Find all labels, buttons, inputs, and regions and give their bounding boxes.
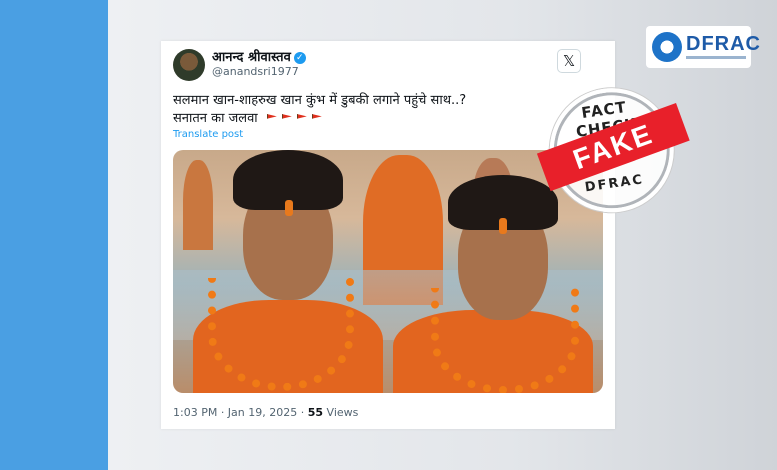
- dfrac-logo-tagline: [686, 56, 746, 59]
- views-count: 55: [307, 406, 324, 419]
- tweet-timestamp[interactable]: 1:03 PM · Jan 19, 2025 ·: [173, 406, 308, 419]
- x-logo-icon[interactable]: 𝕏: [557, 49, 581, 73]
- flag-icon: [296, 114, 307, 119]
- left-accent-strip: [0, 0, 108, 470]
- tweet-text: सलमान खान-शाहरुख खान कुंभ में डुबकी लगान…: [173, 92, 593, 128]
- dfrac-logo-text: DFRAC: [686, 33, 761, 55]
- flag-icon: [266, 114, 277, 119]
- avatar[interactable]: [173, 49, 205, 81]
- dfrac-logo: DFRAC: [646, 26, 760, 68]
- verified-badge-icon: ✓: [293, 52, 306, 64]
- person-left: [193, 150, 383, 393]
- author-name[interactable]: आनन्द श्रीवास्तव: [212, 50, 291, 65]
- author-name-row[interactable]: आनन्द श्रीवास्तव ✓: [212, 47, 306, 65]
- flag-icon: [281, 114, 292, 119]
- tweet-meta: 1:03 PM · Jan 19, 2025 · 55 Views: [173, 406, 358, 419]
- tweet-text-line-1: सलमान खान-शाहरुख खान कुंभ में डुबकी लगान…: [173, 93, 467, 108]
- tweet-photo[interactable]: [173, 150, 603, 393]
- views-label: Views: [323, 406, 359, 419]
- flag-icon: [311, 114, 322, 119]
- dfrac-logo-icon: [652, 32, 682, 62]
- translate-post-link[interactable]: Translate post: [173, 129, 243, 140]
- fake-stamp: FACT CHECK FAKE DFRAC: [535, 73, 693, 231]
- author-handle[interactable]: @anandsri1977: [212, 65, 299, 78]
- tweet-text-line-2-row: सनातन का जलवा: [173, 110, 593, 128]
- tweet-text-line-2: सनातन का जलवा: [173, 111, 258, 126]
